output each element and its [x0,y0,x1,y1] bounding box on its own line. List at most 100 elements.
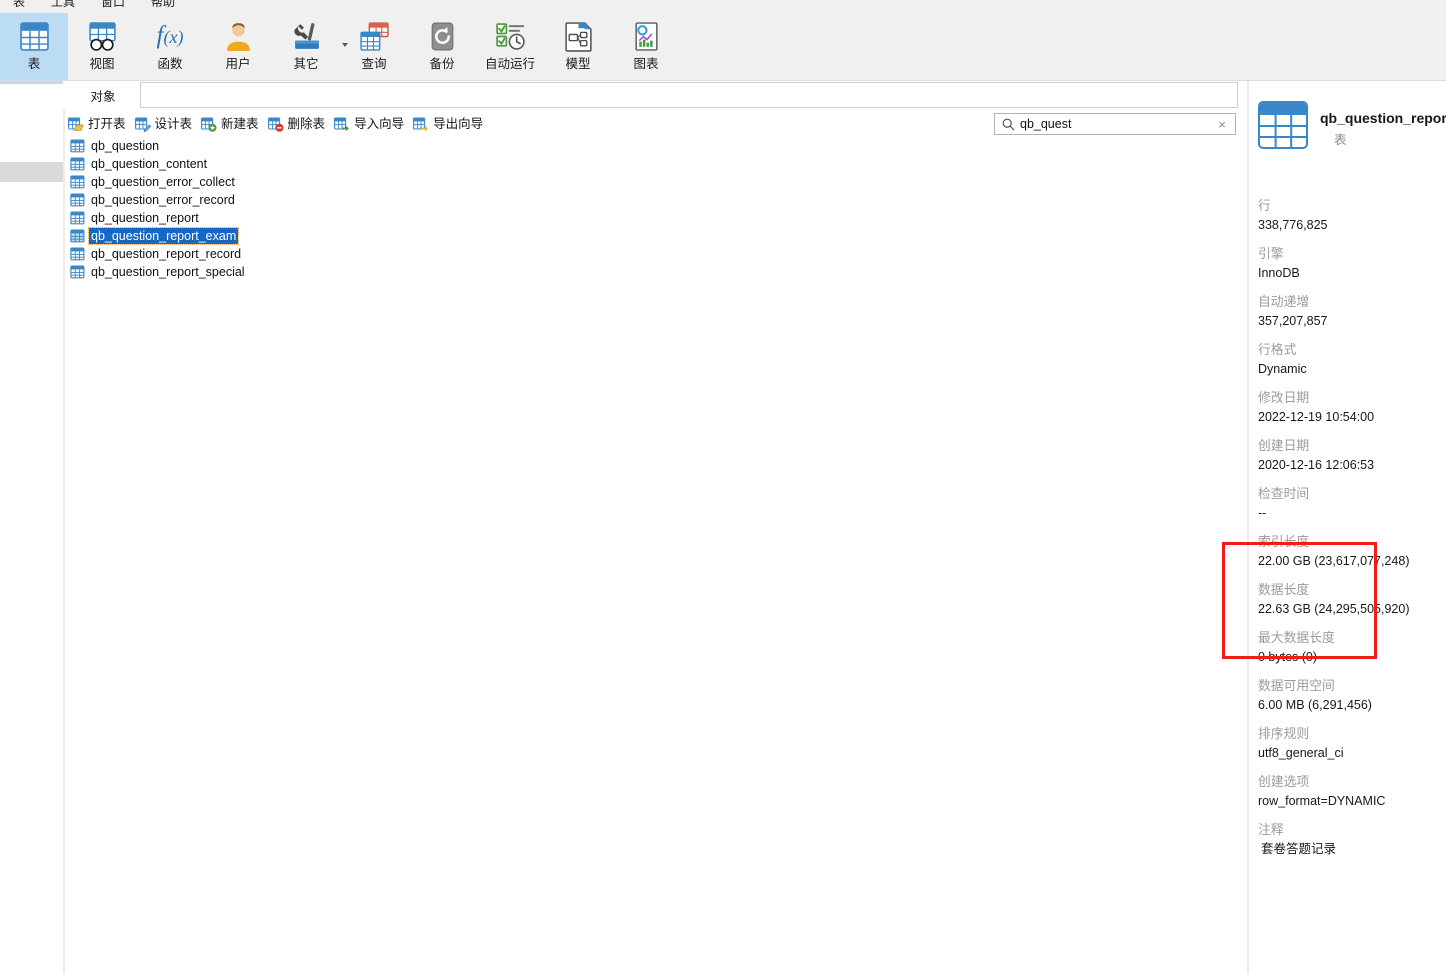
list-item[interactable]: qb_question_report [65,209,1247,227]
query-icon [357,19,391,53]
list-item[interactable]: qb_question_error_collect [65,173,1247,191]
chart-icon [629,19,663,53]
info-property-key: 创建选项 [1258,774,1310,789]
navicat-window: 表 工具 窗口 帮助 表视图 f(x) 函数 用户 其它 查询 备份 自动运行 模型 图表 对象 … [0,0,1446,974]
info-subtitle: 表 [1334,133,1347,147]
action-button-import-wizard[interactable]: 导入向导 [331,113,410,135]
ribbon-button-query[interactable]: 查询 [340,13,408,80]
action-button-delete-table[interactable]: 删除表 [265,113,332,135]
ribbon-button-label: 自动运行 [484,57,535,71]
ribbon-button-table[interactable]: 表 [0,13,68,80]
list-item[interactable]: qb_question_error_record [65,191,1247,209]
action-button-label: 设计表 [154,117,193,131]
info-property-key: 数据长度 [1258,582,1310,597]
list-item[interactable]: qb_question_report_exam [65,227,1247,245]
info-property-value: 22.63 GB (24,295,505,920) [1258,602,1410,616]
search-input[interactable]: qb_quest [1020,116,1214,132]
tab-object[interactable]: 对象 [72,83,134,108]
info-property-value: utf8_general_ci [1258,746,1344,760]
model-icon [561,19,595,53]
action-button-new-table[interactable]: 新建表 [198,113,265,135]
table-icon [17,19,51,53]
ribbon-button-label: 视图 [89,57,115,71]
menu-item-help[interactable]: 帮助 [138,0,188,12]
action-button-label: 打开表 [88,117,126,131]
ribbon-button-label: 其它 [293,57,319,71]
info-property: 数据长度 22.63 GB (24,295,505,920) [1258,580,1446,618]
info-property-key: 检查时间 [1258,486,1310,501]
action-button-design-table[interactable]: 设计表 [132,113,199,135]
ribbon-button-label: 函数 [157,57,183,71]
table-icon [70,229,85,243]
info-property-key: 行 [1258,198,1271,213]
ribbon-button-automation[interactable]: 自动运行 [476,13,544,80]
list-item-label: qb_question_report_special [91,265,245,279]
info-property: 排序规则 utf8_general_ci [1258,724,1446,762]
export-wizard-icon [413,116,429,132]
action-button-export-wizard[interactable]: 导出向导 [410,113,489,135]
info-property: 检查时间 -- [1258,484,1446,522]
info-property-key: 索引长度 [1258,534,1310,549]
object-path-field[interactable] [140,82,1238,108]
info-property-list: 行 338,776,825 引擎 InnoDB 自动递增 357,207,857 行格式 Dy… [1258,196,1446,868]
ribbon-button-label: 表 [27,57,41,71]
info-property-key: 数据可用空间 [1258,678,1335,693]
list-item[interactable]: qb_question_report_special [65,263,1247,281]
design-table-icon [134,116,151,132]
rail-selection-chip[interactable] [0,162,63,182]
table-icon [70,175,85,189]
ribbon-button-label: 模型 [565,57,591,71]
action-button-label: 删除表 [287,117,326,131]
info-property: 索引长度 22.00 GB (23,617,077,248) [1258,532,1446,570]
table-list[interactable]: qb_question qb_question_content qb_questio… [65,137,1247,974]
list-item-label: qb_question_report_record [91,247,242,261]
list-item[interactable]: qb_question_content [65,155,1247,173]
info-property-value: row_format=DYNAMIC [1258,794,1386,808]
action-button-label: 导入向导 [354,117,405,131]
menu-item-tools[interactable]: 工具 [38,0,88,12]
list-item-label: qb_question_report [91,211,199,225]
ribbon-button-view[interactable]: 视图 [68,13,136,80]
info-property-key: 创建日期 [1258,438,1310,453]
ribbon-button-backup[interactable]: 备份 [408,13,476,80]
search-icon [999,115,1017,133]
ribbon-button-others[interactable]: 其它 [272,13,348,80]
table-icon [70,139,85,153]
list-item-label: qb_question_error_record [91,193,235,207]
table-icon [70,211,85,225]
new-table-icon [201,116,217,132]
table-icon [70,157,85,171]
menu-item-0[interactable]: 表 [0,0,38,12]
object-tab-strip: 对象 [0,81,1446,109]
info-property-value: 2022-12-19 10:54:00 [1258,410,1375,424]
info-property: 创建选项 row_format=DYNAMIC [1258,772,1446,810]
close-icon[interactable]: × [1214,116,1230,132]
info-property: 注释 套卷答题记录 [1258,820,1446,858]
delete-table-icon [267,116,284,132]
menu-bar: 表 工具 窗口 帮助 [0,0,1446,13]
ribbon-button-label: 用户 [225,57,251,71]
info-property: 创建日期 2020-12-16 12:06:53 [1258,436,1446,474]
ribbon-button-chart[interactable]: 图表 [612,13,680,80]
ribbon-button-function[interactable]: f(x) 函数 [136,13,204,80]
search-box[interactable]: qb_quest × [994,113,1236,135]
ribbon-button-user[interactable]: 用户 [204,13,272,80]
info-title: qb_question_report_exam [1320,110,1446,126]
table-icon [70,247,85,261]
info-property-key: 修改日期 [1258,390,1310,405]
info-property-value: 338,776,825 [1258,218,1328,232]
ribbon-toolbar: 表 视图 f(x) 函数 用户 其它 查询 备份 自动运行 模型 图表 [0,13,1446,81]
table-large-icon [1258,101,1308,149]
action-button-open-table[interactable]: 打开表 [65,113,132,135]
info-property: 行 338,776,825 [1258,196,1446,234]
view-icon [85,19,119,53]
ribbon-button-model[interactable]: 模型 [544,13,612,80]
table-icon [70,193,85,207]
info-property-key: 自动递增 [1258,294,1310,309]
menu-item-window[interactable]: 窗口 [88,0,138,12]
list-item[interactable]: qb_question_report_record [65,245,1247,263]
list-item[interactable]: qb_question [65,137,1247,155]
action-button-label: 导出向导 [433,117,484,131]
user-icon [221,19,255,53]
info-property-value: 357,207,857 [1258,314,1328,328]
